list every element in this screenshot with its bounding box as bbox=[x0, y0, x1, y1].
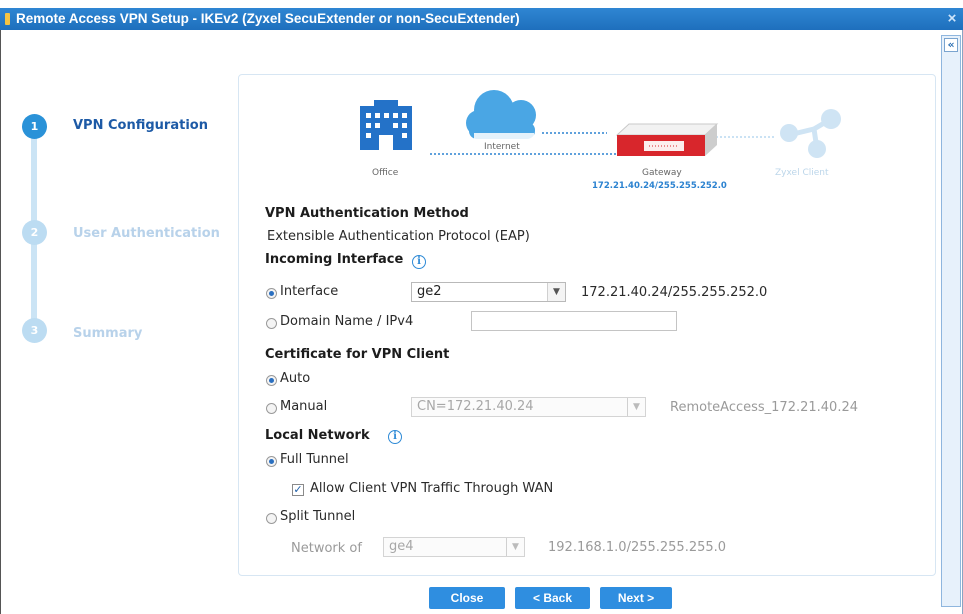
network-of-address: 192.168.1.0/255.255.255.0 bbox=[548, 540, 727, 555]
gateway-address: 172.21.40.24/255.255.252.0 bbox=[592, 181, 727, 191]
step-number: 2 bbox=[22, 220, 47, 245]
interface-radio-label: Interface bbox=[280, 284, 339, 299]
office-label: Office bbox=[372, 168, 399, 178]
certificate-auto-radio[interactable] bbox=[266, 375, 277, 386]
client-label: Zyxel Client bbox=[775, 168, 829, 178]
help-panel: « bbox=[941, 35, 961, 607]
vpn-configuration-panel: Internet Office Gateway 172.21.40.24/255… bbox=[238, 74, 936, 576]
cloud-icon bbox=[466, 90, 536, 149]
back-button[interactable]: < Back bbox=[515, 587, 590, 609]
client-share-icon bbox=[780, 109, 841, 158]
certificate-name: RemoteAccess_172.21.40.24 bbox=[670, 400, 858, 415]
allow-wan-checkbox[interactable]: ✓ bbox=[292, 484, 304, 496]
building-icon bbox=[360, 100, 412, 150]
chevron-down-icon: ▼ bbox=[506, 538, 524, 556]
network-of-select[interactable]: ge4 ▼ bbox=[383, 537, 525, 557]
step-number: 1 bbox=[22, 114, 47, 139]
interface-select-value: ge2 bbox=[417, 284, 442, 299]
full-tunnel-radio[interactable] bbox=[266, 456, 277, 467]
next-button[interactable]: Next > bbox=[600, 587, 672, 609]
interface-select[interactable]: ge2 ▼ bbox=[411, 282, 566, 302]
firewall-appliance-icon bbox=[615, 123, 719, 156]
certificate-select-value: CN=172.21.40.24 bbox=[417, 399, 534, 414]
close-button[interactable]: Close bbox=[429, 587, 505, 609]
network-of-select-value: ge4 bbox=[389, 539, 414, 554]
interface-address: 172.21.40.24/255.255.252.0 bbox=[581, 285, 768, 300]
auth-method-value: Extensible Authentication Protocol (EAP) bbox=[267, 229, 530, 244]
domain-name-radio-label: Domain Name / IPv4 bbox=[280, 314, 414, 329]
incoming-interface-heading: Incoming Interface bbox=[265, 252, 404, 267]
local-network-info-icon[interactable]: i bbox=[388, 430, 402, 444]
auth-method-heading: VPN Authentication Method bbox=[265, 206, 469, 221]
full-tunnel-label: Full Tunnel bbox=[280, 452, 349, 467]
step-label: Summary bbox=[73, 326, 143, 341]
certificate-auto-label: Auto bbox=[280, 371, 311, 386]
allow-wan-label: Allow Client VPN Traffic Through WAN bbox=[310, 481, 554, 496]
gateway-label: Gateway bbox=[642, 168, 682, 178]
chevron-down-icon: ▼ bbox=[627, 398, 645, 416]
top-margin bbox=[0, 0, 963, 8]
certificate-select[interactable]: CN=172.21.40.24 ▼ bbox=[411, 397, 646, 417]
certificate-heading: Certificate for VPN Client bbox=[265, 347, 450, 362]
network-topology-diagram bbox=[360, 90, 841, 158]
close-window-icon[interactable]: × bbox=[943, 10, 961, 28]
certificate-manual-radio[interactable] bbox=[266, 403, 277, 414]
step-label: User Authentication bbox=[73, 226, 220, 241]
domain-name-input[interactable] bbox=[471, 311, 677, 331]
network-of-label: Network of bbox=[291, 541, 362, 556]
split-tunnel-label: Split Tunnel bbox=[280, 509, 356, 524]
step-label: VPN Configuration bbox=[73, 118, 208, 133]
window-app-icon bbox=[5, 13, 10, 25]
expand-help-icon[interactable]: « bbox=[944, 38, 958, 52]
window-title-bar: Remote Access VPN Setup - IKEv2 (Zyxel S… bbox=[0, 8, 963, 30]
split-tunnel-radio[interactable] bbox=[266, 513, 277, 524]
certificate-manual-label: Manual bbox=[280, 399, 328, 414]
step-number: 3 bbox=[22, 318, 47, 343]
window-title: Remote Access VPN Setup - IKEv2 (Zyxel S… bbox=[16, 11, 520, 26]
incoming-interface-info-icon[interactable]: i bbox=[412, 255, 426, 269]
interface-radio[interactable] bbox=[266, 288, 277, 299]
local-network-heading: Local Network bbox=[265, 428, 370, 443]
window-border-left bbox=[0, 30, 1, 614]
chevron-down-icon: ▼ bbox=[547, 283, 565, 301]
domain-name-radio[interactable] bbox=[266, 318, 277, 329]
internet-label: Internet bbox=[484, 142, 520, 152]
